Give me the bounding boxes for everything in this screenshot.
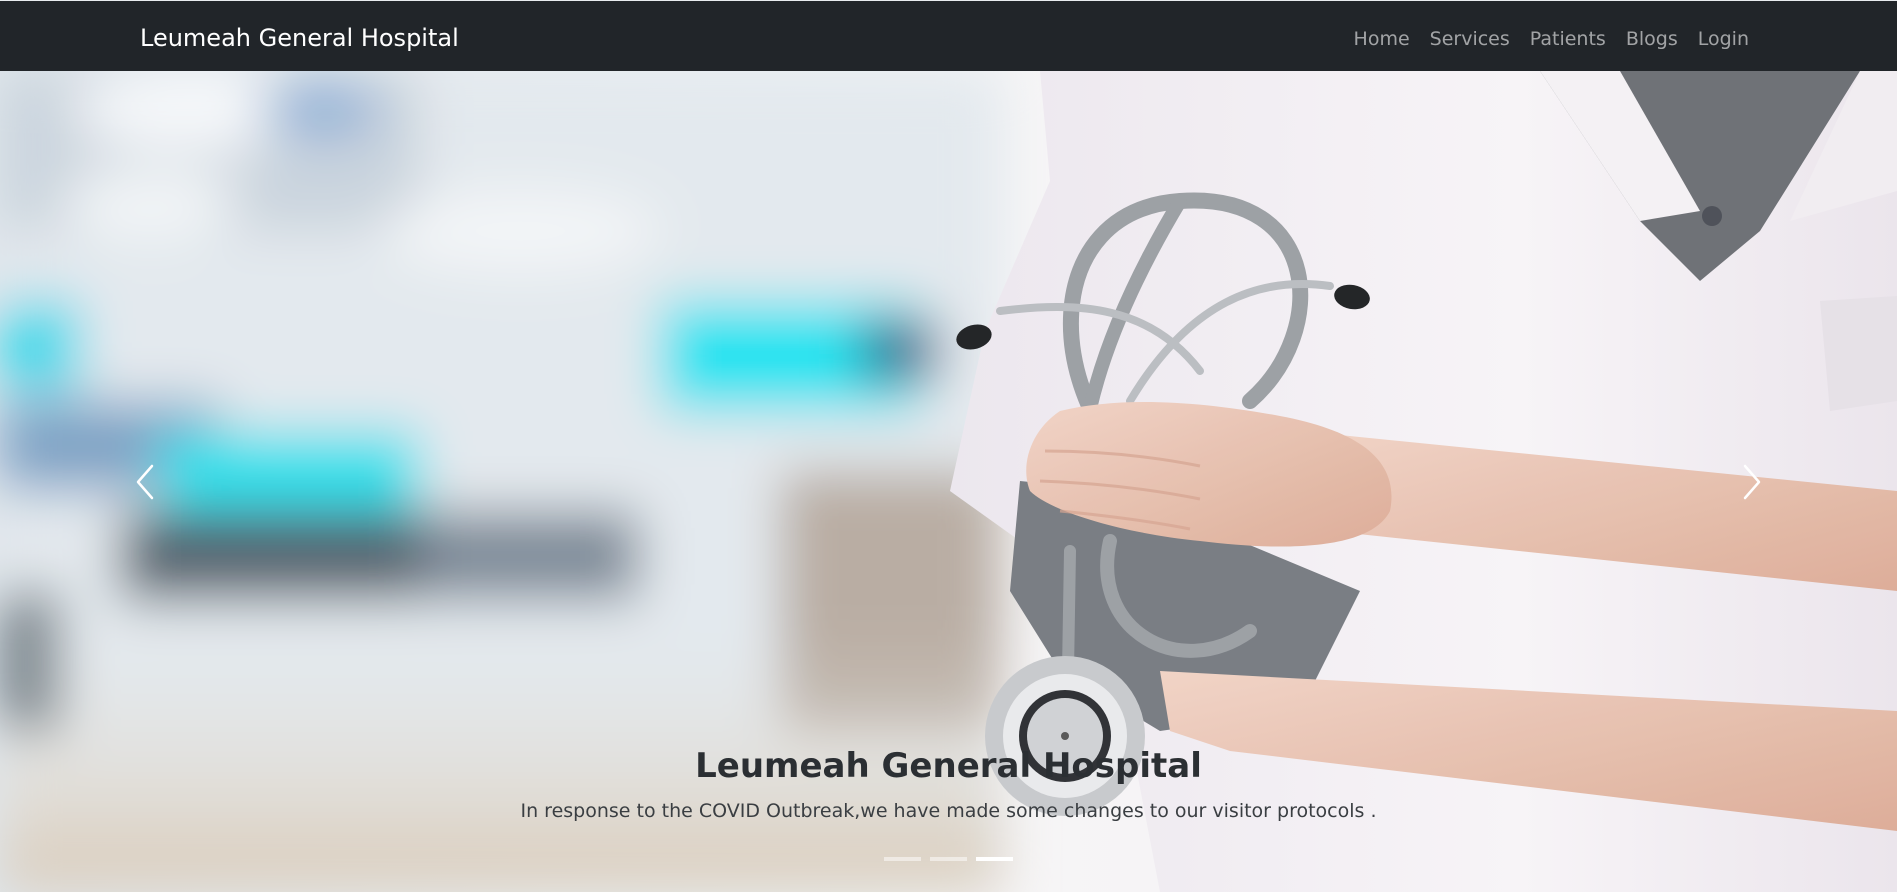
nav-item-patients: Patients [1530, 26, 1606, 52]
caption-text: In response to the COVID Outbreak,we hav… [520, 800, 1377, 822]
nav-item-login: Login [1698, 26, 1749, 52]
chevron-left-icon [136, 464, 154, 499]
nav-item-services: Services [1430, 26, 1510, 52]
nav-link-blogs[interactable]: Blogs [1626, 28, 1678, 50]
nav-menu: Home Services Patients Blogs Login [1354, 25, 1749, 53]
nav-item-home: Home [1354, 26, 1410, 52]
carousel-indicators [0, 857, 1897, 861]
carousel-indicator-1[interactable] [884, 857, 921, 861]
nav-link-login[interactable]: Login [1698, 28, 1749, 50]
nav-item-blogs: Blogs [1626, 26, 1678, 52]
hero-carousel: Leumeah General Hospital In response to … [0, 71, 1897, 892]
caption-title: Leumeah General Hospital [695, 746, 1202, 786]
carousel-indicator-2[interactable] [930, 857, 967, 861]
carousel-indicator-3[interactable] [976, 857, 1013, 861]
nav-link-home[interactable]: Home [1354, 28, 1410, 50]
carousel-caption: Leumeah General Hospital In response to … [0, 744, 1897, 824]
nav-link-patients[interactable]: Patients [1530, 28, 1606, 50]
top-navbar: Leumeah General Hospital Home Services P… [0, 0, 1897, 71]
brand-link[interactable]: Leumeah General Hospital [140, 23, 459, 53]
nav-link-services[interactable]: Services [1430, 28, 1510, 50]
chevron-right-icon [1743, 464, 1761, 499]
